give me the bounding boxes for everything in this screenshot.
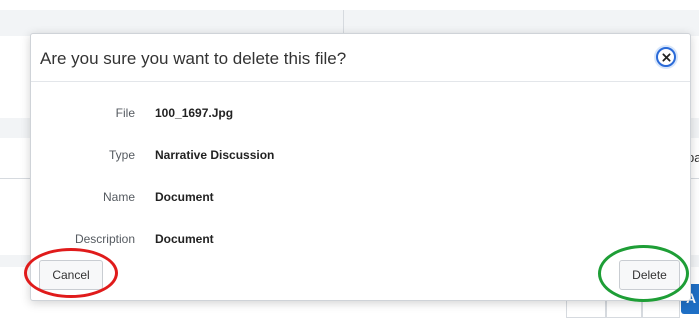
field-label-description: Description xyxy=(74,232,135,246)
field-value-type: Narrative Discussion xyxy=(155,148,275,162)
close-icon xyxy=(661,52,671,62)
field-label-file: File xyxy=(115,106,135,120)
description-field-row: Description Document xyxy=(31,229,690,249)
close-button[interactable] xyxy=(656,47,676,67)
field-value-name: Document xyxy=(155,190,214,204)
delete-confirmation-dialog: Are you sure you want to delete this fil… xyxy=(30,33,691,301)
field-label-type: Type xyxy=(108,148,135,162)
dialog-title: Are you sure you want to delete this fil… xyxy=(40,49,347,68)
type-field-row: Type Narrative Discussion xyxy=(31,145,690,165)
dialog-header: Are you sure you want to delete this fil… xyxy=(31,34,690,82)
cancel-button[interactable]: Cancel xyxy=(39,260,103,290)
delete-button[interactable]: Delete xyxy=(619,260,680,290)
name-field-row: Name Document xyxy=(31,187,690,207)
file-field-row: File 100_1697.Jpg xyxy=(31,103,690,123)
field-label-name: Name xyxy=(102,190,135,204)
field-value-description: Document xyxy=(155,232,214,246)
field-value-file: 100_1697.Jpg xyxy=(155,106,234,120)
